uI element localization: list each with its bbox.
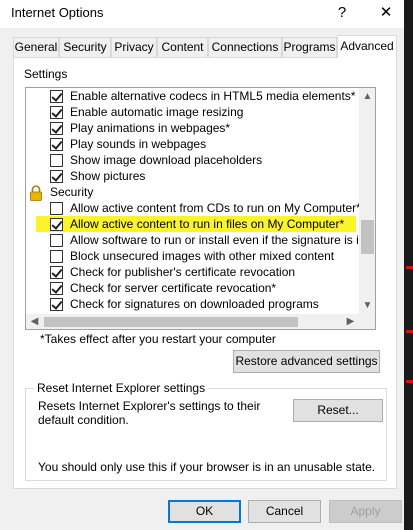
setting-label: Check for server certificate revocation* <box>70 281 277 295</box>
restart-note: *Takes effect after you restart your com… <box>40 332 276 346</box>
scroll-left-icon[interactable]: ◀ <box>26 314 43 329</box>
checkbox[interactable] <box>50 218 63 231</box>
scrollbar-corner <box>359 314 375 329</box>
setting-label: Enable automatic image resizing <box>70 105 244 119</box>
help-button[interactable]: ? <box>322 0 362 28</box>
dialog-footer: OK Cancel Apply <box>0 496 404 530</box>
setting-label: Check for signatures on downloaded progr… <box>70 297 319 311</box>
ok-button[interactable]: OK <box>168 500 241 523</box>
tab-advanced[interactable]: Advanced <box>337 35 397 58</box>
checkbox[interactable] <box>50 202 63 215</box>
horizontal-scrollbar[interactable]: ◀ ▶ <box>26 314 359 329</box>
checkbox[interactable] <box>50 266 63 279</box>
advanced-panel: Settings Enable alternative codecs in HT… <box>13 57 397 489</box>
vertical-scrollbar[interactable]: ▲ ▼ <box>359 88 375 314</box>
setting-label: Show pictures <box>70 169 146 183</box>
setting-label: Allow software to run or install even if… <box>70 233 359 247</box>
vertical-scroll-thumb[interactable] <box>361 220 374 254</box>
settings-label: Settings <box>24 67 68 81</box>
tab-programs[interactable]: Programs <box>282 37 337 57</box>
restore-advanced-settings-button[interactable]: Restore advanced settings <box>233 350 380 373</box>
setting-label: Play animations in webpages* <box>70 121 231 135</box>
help-icon: ? <box>337 4 347 21</box>
setting-label: Enable alternative codecs in HTML5 media… <box>70 89 356 103</box>
scroll-right-icon[interactable]: ▶ <box>342 314 359 329</box>
category-label: Security <box>50 185 94 199</box>
reset-group-title: Reset Internet Explorer settings <box>34 381 209 395</box>
setting-label: Allow active content to run in files on … <box>70 217 345 231</box>
tab-privacy[interactable]: Privacy <box>111 37 157 57</box>
tab-general[interactable]: General <box>13 37 59 57</box>
checkbox[interactable] <box>50 122 63 135</box>
checkbox[interactable] <box>50 106 63 119</box>
checkbox[interactable] <box>50 138 63 151</box>
window-title: Internet Options <box>11 5 104 20</box>
setting-label: Show image download placeholders <box>70 153 263 167</box>
settings-list-viewport: Enable alternative codecs in HTML5 media… <box>26 88 359 314</box>
close-button[interactable]: ✕ <box>366 0 406 28</box>
checkbox[interactable] <box>50 298 63 311</box>
scroll-down-icon[interactable]: ▼ <box>359 297 375 314</box>
cancel-button[interactable]: Cancel <box>248 500 321 523</box>
setting-label: Allow active content from CDs to run on … <box>70 201 359 215</box>
settings-list: Enable alternative codecs in HTML5 media… <box>25 87 376 330</box>
lock-icon <box>30 185 42 201</box>
close-icon: ✕ <box>379 4 393 21</box>
background-window-edge <box>404 0 413 530</box>
tab-security[interactable]: Security <box>59 37 111 57</box>
horizontal-scroll-thumb[interactable] <box>44 317 298 327</box>
checkbox[interactable] <box>50 282 63 295</box>
reset-button[interactable]: Reset... <box>293 399 383 422</box>
scroll-up-icon[interactable]: ▲ <box>359 88 375 105</box>
reset-description: Resets Internet Explorer's settings to t… <box>38 399 261 427</box>
checkbox[interactable] <box>50 234 63 247</box>
setting-label: Check for publisher's certificate revoca… <box>70 265 296 279</box>
checkbox[interactable] <box>50 250 63 263</box>
checkbox[interactable] <box>50 90 63 103</box>
setting-label: Block unsecured images with other mixed … <box>70 249 335 263</box>
tab-connections[interactable]: Connections <box>208 37 282 57</box>
checkbox[interactable] <box>50 154 63 167</box>
apply-button[interactable]: Apply <box>329 500 402 523</box>
reset-group: Reset Internet Explorer settings Resets … <box>25 381 387 481</box>
setting-label: Play sounds in webpages <box>70 137 207 151</box>
title-bar: Internet Options ? ✕ <box>0 0 404 28</box>
reset-warning: You should only use this if your browser… <box>38 460 376 474</box>
tab-content[interactable]: Content <box>157 37 208 57</box>
checkbox[interactable] <box>50 170 63 183</box>
